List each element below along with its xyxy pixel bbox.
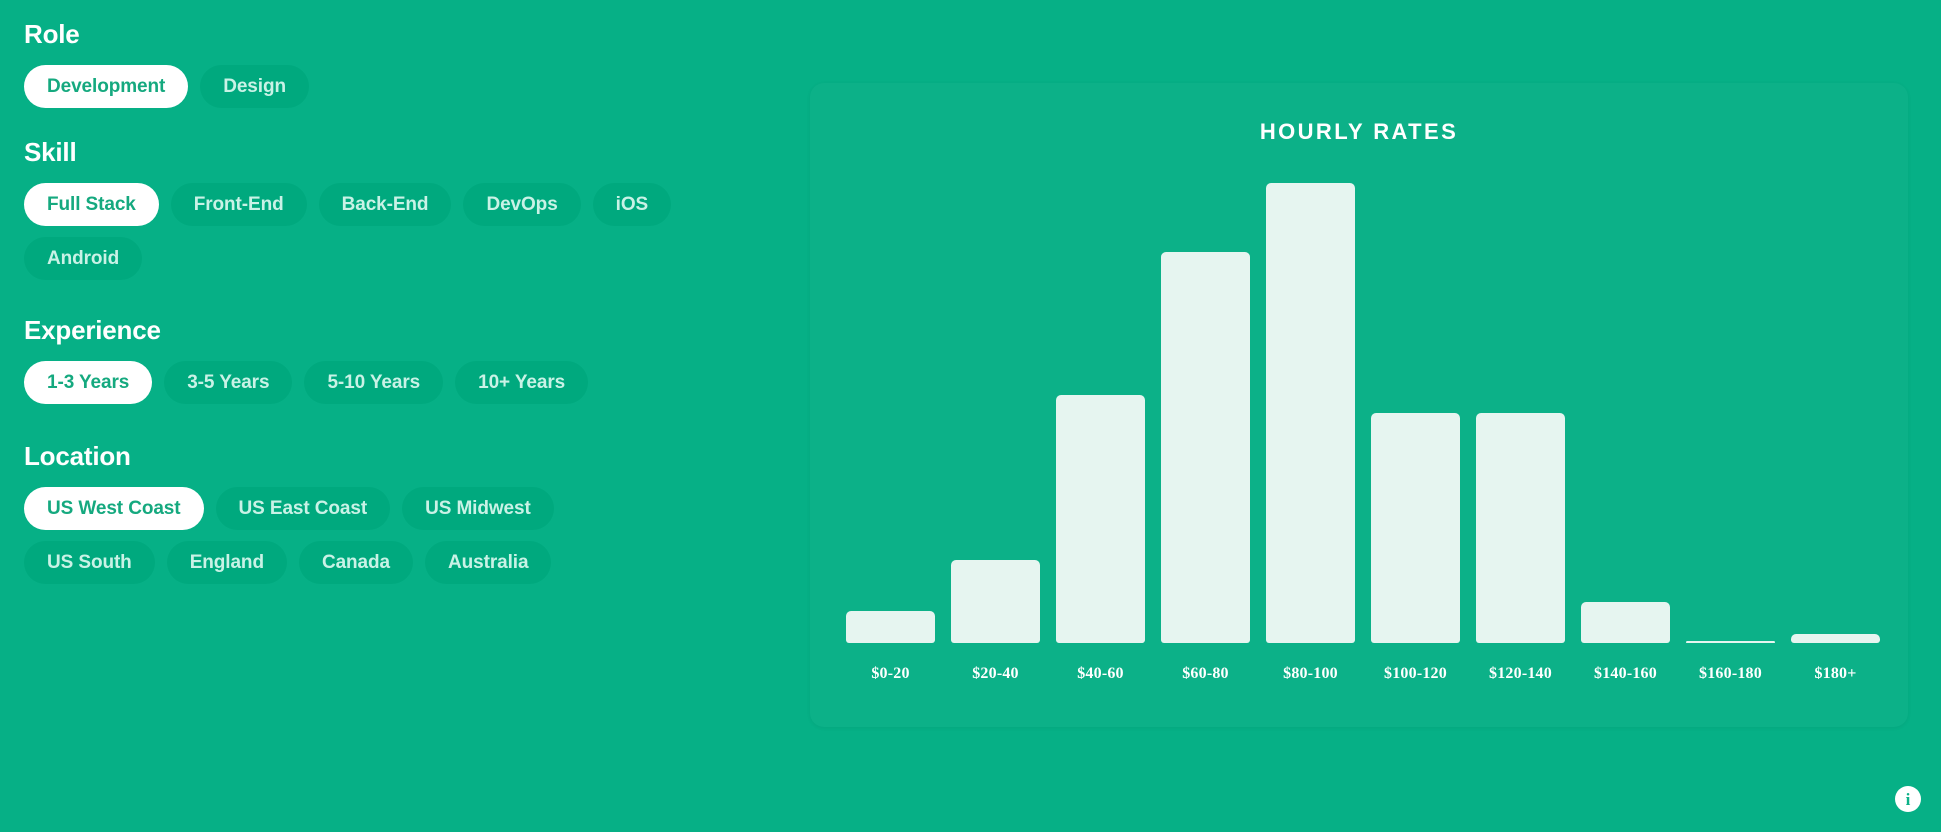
chart-title: HOURLY RATES xyxy=(810,83,1908,145)
chip-row-location: US West Coast US East Coast US Midwest U… xyxy=(24,487,684,584)
chart-bar[interactable] xyxy=(1581,602,1670,643)
chip-experience-10-plus-years[interactable]: 10+ Years xyxy=(455,361,588,404)
bar-slot[interactable] xyxy=(1783,183,1888,643)
chip-role-design[interactable]: Design xyxy=(200,65,309,108)
bar-slot[interactable] xyxy=(1048,183,1153,643)
chip-row-experience: 1-3 Years 3-5 Years 5-10 Years 10+ Years xyxy=(24,361,684,404)
chip-location-australia[interactable]: Australia xyxy=(425,541,551,584)
chart-bar[interactable] xyxy=(1791,634,1880,643)
chip-skill-devops[interactable]: DevOps xyxy=(463,183,580,226)
x-axis-tick-label: $100-120 xyxy=(1363,665,1468,683)
chip-location-us-midwest[interactable]: US Midwest xyxy=(402,487,554,530)
rate-explorer-app: Role Development Design Skill Full Stack… xyxy=(0,0,1941,832)
bar-slot[interactable] xyxy=(1363,183,1468,643)
filter-group-title-role: Role xyxy=(24,20,810,50)
chip-row-role: Development Design xyxy=(24,65,684,108)
filter-group-experience: Experience 1-3 Years 3-5 Years 5-10 Year… xyxy=(24,316,810,404)
bar-slot[interactable] xyxy=(1153,183,1258,643)
chip-skill-back-end[interactable]: Back-End xyxy=(319,183,452,226)
chip-role-development[interactable]: Development xyxy=(24,65,188,108)
chart-bar[interactable] xyxy=(1266,183,1355,643)
filter-group-location: Location US West Coast US East Coast US … xyxy=(24,442,810,584)
chip-skill-android[interactable]: Android xyxy=(24,237,142,280)
chip-experience-5-10-years[interactable]: 5-10 Years xyxy=(304,361,443,404)
x-axis-tick-label: $160-180 xyxy=(1678,665,1783,683)
chip-location-england[interactable]: England xyxy=(167,541,287,584)
chart-bar[interactable] xyxy=(1476,413,1565,643)
bar-slot[interactable] xyxy=(1678,183,1783,643)
chart-bar[interactable] xyxy=(1056,395,1145,643)
x-axis-tick-label: $40-60 xyxy=(1048,665,1153,683)
x-axis-tick-label: $0-20 xyxy=(838,665,943,683)
x-axis-tick-label: $20-40 xyxy=(943,665,1048,683)
chip-location-canada[interactable]: Canada xyxy=(299,541,413,584)
filter-group-role: Role Development Design xyxy=(24,20,810,108)
chart-bar[interactable] xyxy=(1686,641,1775,643)
filter-group-title-location: Location xyxy=(24,442,810,472)
filter-group-title-skill: Skill xyxy=(24,138,810,168)
x-axis-tick-label: $180+ xyxy=(1783,665,1888,683)
chip-skill-full-stack[interactable]: Full Stack xyxy=(24,183,159,226)
x-axis-tick-label: $80-100 xyxy=(1258,665,1363,683)
chart-x-axis: $0-20$20-40$40-60$60-80$80-100$100-120$1… xyxy=(838,665,1888,683)
filter-group-skill: Skill Full Stack Front-End Back-End DevO… xyxy=(24,138,810,280)
bar-slot[interactable] xyxy=(838,183,943,643)
chip-row-skill: Full Stack Front-End Back-End DevOps iOS… xyxy=(24,183,684,280)
chart-bar[interactable] xyxy=(951,560,1040,643)
x-axis-tick-label: $120-140 xyxy=(1468,665,1573,683)
chip-location-us-west-coast[interactable]: US West Coast xyxy=(24,487,204,530)
chip-skill-ios[interactable]: iOS xyxy=(593,183,671,226)
x-axis-tick-label: $60-80 xyxy=(1153,665,1258,683)
bar-slot[interactable] xyxy=(1258,183,1363,643)
bar-slot[interactable] xyxy=(1468,183,1573,643)
filter-group-title-experience: Experience xyxy=(24,316,810,346)
bar-series xyxy=(838,183,1888,643)
filter-sidebar: Role Development Design Skill Full Stack… xyxy=(0,0,810,584)
chart-bar[interactable] xyxy=(846,611,935,643)
hourly-rates-chart-panel: HOURLY RATES $0-20$20-40$40-60$60-80$80-… xyxy=(810,83,1908,727)
x-axis-tick-label: $140-160 xyxy=(1573,665,1678,683)
chip-location-us-east-coast[interactable]: US East Coast xyxy=(216,487,391,530)
info-icon[interactable]: i xyxy=(1895,786,1921,812)
bar-slot[interactable] xyxy=(1573,183,1678,643)
chip-experience-1-3-years[interactable]: 1-3 Years xyxy=(24,361,152,404)
chip-skill-front-end[interactable]: Front-End xyxy=(171,183,307,226)
bar-slot[interactable] xyxy=(943,183,1048,643)
chart-bar[interactable] xyxy=(1371,413,1460,643)
chip-experience-3-5-years[interactable]: 3-5 Years xyxy=(164,361,292,404)
chip-location-us-south[interactable]: US South xyxy=(24,541,155,584)
chart-plot-area xyxy=(838,183,1888,643)
chart-bar[interactable] xyxy=(1161,252,1250,643)
